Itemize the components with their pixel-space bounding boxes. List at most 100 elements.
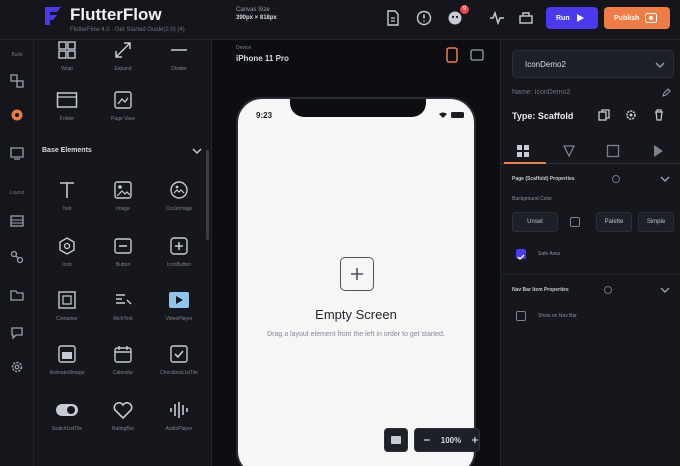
- comment-button[interactable]: [384, 428, 408, 452]
- zoom-control[interactable]: 100%: [414, 428, 480, 452]
- background-color-label: Background Color: [512, 196, 553, 202]
- widget-tile[interactable]: SwitchListTile: [42, 398, 92, 454]
- tab-theme-icon[interactable]: [562, 144, 576, 158]
- widget-name-label[interactable]: Name: IconDemo2: [512, 89, 570, 96]
- plus-icon: [351, 268, 363, 280]
- widget-tile[interactable]: Icon: [42, 234, 92, 290]
- settings-gear-icon[interactable]: [625, 109, 637, 121]
- checkbox-icon: [167, 342, 191, 366]
- brand-name: FlutterFlow: [70, 5, 162, 24]
- circle-image-icon: [167, 178, 191, 202]
- edit-pencil-icon[interactable]: [662, 88, 671, 97]
- connections-icon[interactable]: [8, 248, 26, 266]
- simple-button[interactable]: Simple: [638, 212, 674, 232]
- widget-tile[interactable]: VideoPlayer: [154, 288, 204, 344]
- container-icon: [55, 288, 79, 312]
- device-selector[interactable]: iPhone 11 Pro: [236, 54, 289, 63]
- publish-button[interactable]: Publish: [604, 7, 670, 29]
- hex-icon: [55, 234, 79, 258]
- properties-tabs: [500, 138, 680, 164]
- widget-tile[interactable]: Container: [42, 288, 92, 344]
- show-nav-bar-label: Show on Nav Bar: [538, 313, 577, 319]
- calendar-icon: [111, 342, 135, 366]
- chevron-down-icon[interactable]: [660, 175, 670, 183]
- chevron-down-icon: [655, 62, 665, 68]
- active-tab-indicator: [504, 162, 546, 164]
- widget-tile[interactable]: Text: [42, 178, 92, 234]
- section-base-elements[interactable]: Base Elements: [42, 147, 92, 154]
- phone-device-icon[interactable]: [446, 47, 458, 63]
- copy-icon[interactable]: [598, 109, 610, 121]
- widget-tile[interactable]: Divider: [154, 38, 204, 94]
- run-label: Run: [556, 14, 570, 22]
- phone-notch: [290, 99, 426, 117]
- waveform-icon: [167, 398, 191, 422]
- widget-tile[interactable]: CircleImage: [154, 178, 204, 234]
- properties-panel: [500, 40, 680, 466]
- expand-icon: [111, 38, 135, 62]
- widget-tile[interactable]: RatingBar: [98, 398, 148, 454]
- settings-gear-icon[interactable]: [8, 358, 26, 376]
- widget-tile[interactable]: Folder: [42, 88, 92, 144]
- widget-tile[interactable]: RichText: [98, 288, 148, 344]
- info-icon[interactable]: [604, 286, 612, 294]
- divider-icon: [167, 38, 191, 62]
- safe-area-checkbox[interactable]: [516, 249, 526, 260]
- publish-icon: [645, 13, 658, 23]
- deploy-icon[interactable]: [516, 8, 536, 28]
- help-icon[interactable]: [414, 8, 434, 28]
- zoom-out-icon[interactable]: [423, 436, 431, 444]
- tab-layout-icon[interactable]: [606, 144, 620, 158]
- info-icon[interactable]: [612, 175, 620, 183]
- color-value-field[interactable]: Unset: [512, 212, 558, 232]
- tab-properties-icon[interactable]: [516, 144, 530, 158]
- code-file-icon[interactable]: [383, 8, 403, 28]
- zoom-in-icon[interactable]: [471, 436, 479, 444]
- tablet-device-icon[interactable]: [470, 49, 484, 61]
- page-view-icon: [111, 88, 135, 112]
- top-bar: FlutterFlow FlutterFlow 4.0 · Get Starte…: [0, 0, 680, 40]
- play-icon: [576, 14, 584, 22]
- chevron-down-icon[interactable]: [660, 286, 670, 294]
- tab-actions-icon[interactable]: [652, 144, 664, 158]
- add-widget-button[interactable]: [340, 257, 374, 291]
- page-properties-title: Page (Scaffold) Properties: [512, 176, 575, 182]
- icon-button-icon: [167, 234, 191, 258]
- widget-tile[interactable]: Wrap: [42, 38, 92, 94]
- chat-icon[interactable]: [8, 324, 26, 342]
- widget-tile[interactable]: IconButton: [154, 234, 204, 290]
- canvas-size-value: 390px × 818px: [236, 15, 277, 21]
- show-nav-bar-checkbox[interactable]: [516, 311, 526, 321]
- run-button[interactable]: Run: [546, 7, 598, 29]
- empty-screen-subtitle: Drag a layout element from the left in o…: [267, 331, 445, 338]
- widget-tile[interactable]: Calendar: [98, 342, 148, 398]
- widget-tile[interactable]: Button: [98, 234, 148, 290]
- phone-preview[interactable]: 9:23 Empty Screen Drag a layout element …: [236, 97, 476, 466]
- activity-icon[interactable]: [487, 8, 507, 28]
- status-time: 9:23: [256, 111, 273, 120]
- color-swatch-box[interactable]: [570, 217, 580, 227]
- rail-build-label: Build: [11, 52, 23, 58]
- widget-tile[interactable]: AudioPlayer: [154, 398, 204, 454]
- palette-button[interactable]: Palette: [596, 212, 632, 232]
- widget-tile[interactable]: Page View: [98, 88, 148, 144]
- trash-icon[interactable]: [653, 109, 665, 121]
- nav-bar-properties-title: Nav Bar Item Properties: [512, 287, 569, 293]
- panel-scrollbar[interactable]: [206, 150, 209, 240]
- publish-label: Publish: [614, 14, 640, 22]
- animated-image-icon: [55, 342, 79, 366]
- widget-tile[interactable]: CheckboxListTile: [154, 342, 204, 398]
- media-icon[interactable]: [8, 286, 26, 304]
- widget-tile[interactable]: AnimatedImage: [42, 342, 92, 398]
- layers-icon[interactable]: [8, 212, 26, 230]
- section-divider: [500, 274, 680, 275]
- widget-tree-icon[interactable]: [8, 72, 26, 90]
- storyboard-icon[interactable]: [8, 144, 26, 162]
- widget-palette-icon[interactable]: [8, 106, 26, 124]
- widget-selector-value: IconDemo2: [525, 60, 566, 69]
- chevron-down-icon[interactable]: [191, 145, 203, 157]
- canvas-size[interactable]: Canvas Size 390px × 818px: [236, 6, 277, 22]
- widget-tile[interactable]: Image: [98, 178, 148, 234]
- widget-tile[interactable]: Expand: [98, 38, 148, 94]
- widget-selector-dropdown[interactable]: IconDemo2: [512, 50, 674, 78]
